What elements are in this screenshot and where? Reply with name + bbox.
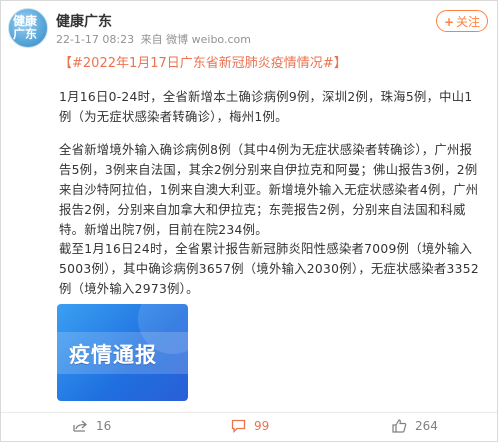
- follow-label: 关注: [456, 15, 481, 29]
- share-icon: [73, 420, 87, 432]
- hashtag-text[interactable]: #2022年1月17日广东省新冠肺炎疫情情况#: [72, 56, 334, 71]
- post-image[interactable]: 疫情通报: [57, 304, 188, 401]
- avatar-text: 健康广东: [13, 14, 38, 41]
- post-meta: 22-1-17 08:23 来自 微博 weibo.com: [56, 31, 251, 47]
- post-paragraph-3: 截至1月16日24时，全省累计报告新冠肺炎阳性感染者7009例（境外输入5003…: [59, 242, 480, 296]
- image-caption: 疫情通报: [69, 343, 157, 367]
- bracket-close: 】: [333, 56, 347, 71]
- comment-button[interactable]: 99: [231, 419, 269, 433]
- plus-icon: +: [443, 15, 455, 29]
- follow-button[interactable]: + 关注: [436, 10, 488, 32]
- topic-hashtag[interactable]: 【#2022年1月17日广东省新冠肺炎疫情情况#】: [59, 52, 347, 71]
- comment-icon: [231, 419, 246, 433]
- bracket-open: 【: [59, 56, 73, 71]
- post-paragraph-2: 全省新增境外输入确诊病例8例（其中4例为无症状感染者转确诊），广州报告5例，3例…: [59, 143, 479, 237]
- thumbs-up-icon: [392, 419, 407, 433]
- avatar[interactable]: 健康广东: [8, 8, 48, 48]
- post-timestamp[interactable]: 22-1-17 08:23: [56, 33, 134, 46]
- comment-count: 99: [254, 419, 270, 433]
- share-button[interactable]: 16: [73, 419, 111, 433]
- share-count: 16: [96, 419, 112, 433]
- post-paragraph-1: 1月16日0-24时，全省新增本土确诊病例9例，深圳2例，珠海5例，中山1例（为…: [59, 90, 473, 124]
- post-source: 来自 微博 weibo.com: [140, 33, 251, 46]
- weibo-post-card: 健康广东 健康广东 22-1-17 08:23 来自 微博 weibo.com …: [0, 0, 498, 442]
- like-button[interactable]: 264: [392, 419, 438, 433]
- post-header: 健康广东 健康广东 22-1-17 08:23 来自 微博 weibo.com …: [1, 1, 497, 51]
- post-actions-bar: 16 99 264: [1, 412, 497, 442]
- like-count: 264: [415, 419, 438, 433]
- account-name[interactable]: 健康广东: [56, 11, 112, 31]
